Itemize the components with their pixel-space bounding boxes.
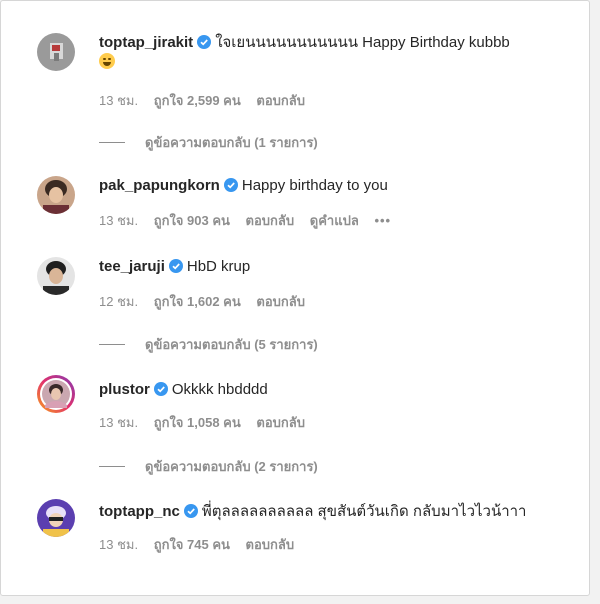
likes-count[interactable]: ถูกใจ 745 คน: [154, 537, 230, 552]
comment-text: Happy birthday to you: [241, 177, 388, 194]
comment-time: 13 ชม.: [99, 93, 139, 108]
comment-text: Okkkk hbdddd: [171, 381, 268, 398]
verified-badge-icon: [223, 178, 238, 192]
reply-button[interactable]: ตอบกลับ: [246, 537, 295, 552]
username-link[interactable]: tee_jaruji: [99, 258, 165, 275]
replies-divider: [99, 344, 125, 345]
avatar[interactable]: [37, 176, 75, 214]
username-link[interactable]: toptapp_nc: [99, 503, 180, 520]
replies-divider: [99, 466, 125, 467]
verified-badge-icon: [168, 259, 183, 273]
verified-badge-icon: [197, 35, 212, 49]
reply-button[interactable]: ตอบกลับ: [256, 294, 305, 309]
laughing-emoji-icon: [99, 53, 115, 69]
comments-panel: toptap_jirakit ใจเยนนนนนนนนนนน Happy Birt…: [0, 0, 590, 596]
view-replies-button[interactable]: ดูข้อความตอบกลับ (1 รายการ): [99, 132, 318, 153]
comment-text: พี่ตุลลลลลลลลลล สุขสันต์วันเกิด กลับมาไว…: [201, 503, 527, 520]
replies-divider: [99, 142, 125, 143]
username-link[interactable]: plustor: [99, 381, 150, 398]
avatar[interactable]: [37, 499, 75, 537]
likes-count[interactable]: ถูกใจ 2,599 คน: [154, 93, 241, 108]
comment-time: 13 ชม.: [99, 415, 139, 430]
username-link[interactable]: toptap_jirakit: [99, 34, 193, 51]
comment-text: ใจเยนนนนนนนนนนน Happy Birthday kubbb: [215, 34, 510, 51]
username-link[interactable]: pak_papungkorn: [99, 177, 220, 194]
avatar[interactable]: [37, 33, 75, 71]
view-replies-label: ดูข้อความตอบกลับ (5 รายการ): [145, 337, 318, 352]
reply-button[interactable]: ตอบกลับ: [246, 213, 295, 228]
comment-text: HbD krup: [186, 258, 251, 275]
likes-count[interactable]: ถูกใจ 903 คน: [154, 213, 230, 228]
view-replies-button[interactable]: ดูข้อความตอบกลับ (5 รายการ): [99, 334, 318, 355]
more-options-icon[interactable]: •••: [374, 213, 391, 228]
avatar[interactable]: [37, 257, 75, 295]
translate-button[interactable]: ดูคำแปล: [310, 213, 359, 228]
likes-count[interactable]: ถูกใจ 1,602 คน: [154, 294, 241, 309]
avatar-story-ring[interactable]: [37, 375, 75, 413]
view-replies-button[interactable]: ดูข้อความตอบกลับ (2 รายการ): [99, 456, 318, 477]
comment-time: 12 ชม.: [99, 294, 139, 309]
verified-badge-icon: [153, 382, 168, 396]
view-replies-label: ดูข้อความตอบกลับ (2 รายการ): [145, 459, 318, 474]
reply-button[interactable]: ตอบกลับ: [256, 93, 305, 108]
likes-count[interactable]: ถูกใจ 1,058 คน: [154, 415, 241, 430]
comment-time: 13 ชม.: [99, 537, 139, 552]
comment-time: 13 ชม.: [99, 213, 139, 228]
view-replies-label: ดูข้อความตอบกลับ (1 รายการ): [145, 135, 318, 150]
reply-button[interactable]: ตอบกลับ: [256, 415, 305, 430]
verified-badge-icon: [183, 504, 198, 518]
